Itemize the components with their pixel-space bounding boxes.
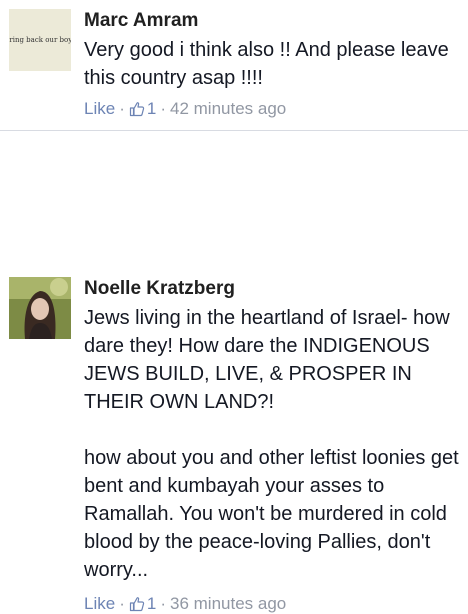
like-link[interactable]: Like bbox=[84, 99, 115, 119]
avatar[interactable] bbox=[9, 277, 71, 339]
comment-text: Very good i think also !! And please lea… bbox=[84, 36, 460, 92]
author-name[interactable]: Noelle Kratzberg bbox=[84, 278, 235, 300]
comment-text: Jews living in the heartland of Israel- … bbox=[84, 304, 460, 584]
timestamp[interactable]: 36 minutes ago bbox=[170, 594, 286, 614]
avatar-text: Bring back our boys bbox=[9, 36, 71, 44]
avatar-photo bbox=[9, 277, 71, 339]
thumbs-up-icon bbox=[129, 102, 145, 117]
like-count[interactable]: 1 bbox=[147, 594, 156, 614]
separator: · bbox=[119, 594, 125, 613]
comment-text-paragraph: Jews living in the heartland of Israel- … bbox=[84, 307, 450, 413]
comment-item: Bring back our boys Marc Amram Very good… bbox=[0, 0, 468, 130]
separator: · bbox=[160, 594, 166, 613]
comment-meta: Like · 1 · 42 minutes ago bbox=[84, 99, 286, 119]
separator: · bbox=[160, 99, 166, 118]
comment-text-paragraph: Very good i think also !! And please lea… bbox=[84, 39, 449, 89]
comment-meta: Like · 1 · 36 minutes ago bbox=[84, 594, 286, 614]
comment-text-paragraph: how about you and other leftist loonies … bbox=[84, 447, 459, 581]
timestamp[interactable]: 42 minutes ago bbox=[170, 99, 286, 119]
like-link[interactable]: Like bbox=[84, 594, 115, 614]
separator: · bbox=[119, 99, 125, 118]
author-name[interactable]: Marc Amram bbox=[84, 10, 198, 32]
comment-item: Noelle Kratzberg Jews living in the hear… bbox=[0, 131, 468, 613]
like-count[interactable]: 1 bbox=[147, 99, 156, 119]
avatar[interactable]: Bring back our boys bbox=[9, 9, 71, 71]
thumbs-up-icon bbox=[129, 597, 145, 612]
